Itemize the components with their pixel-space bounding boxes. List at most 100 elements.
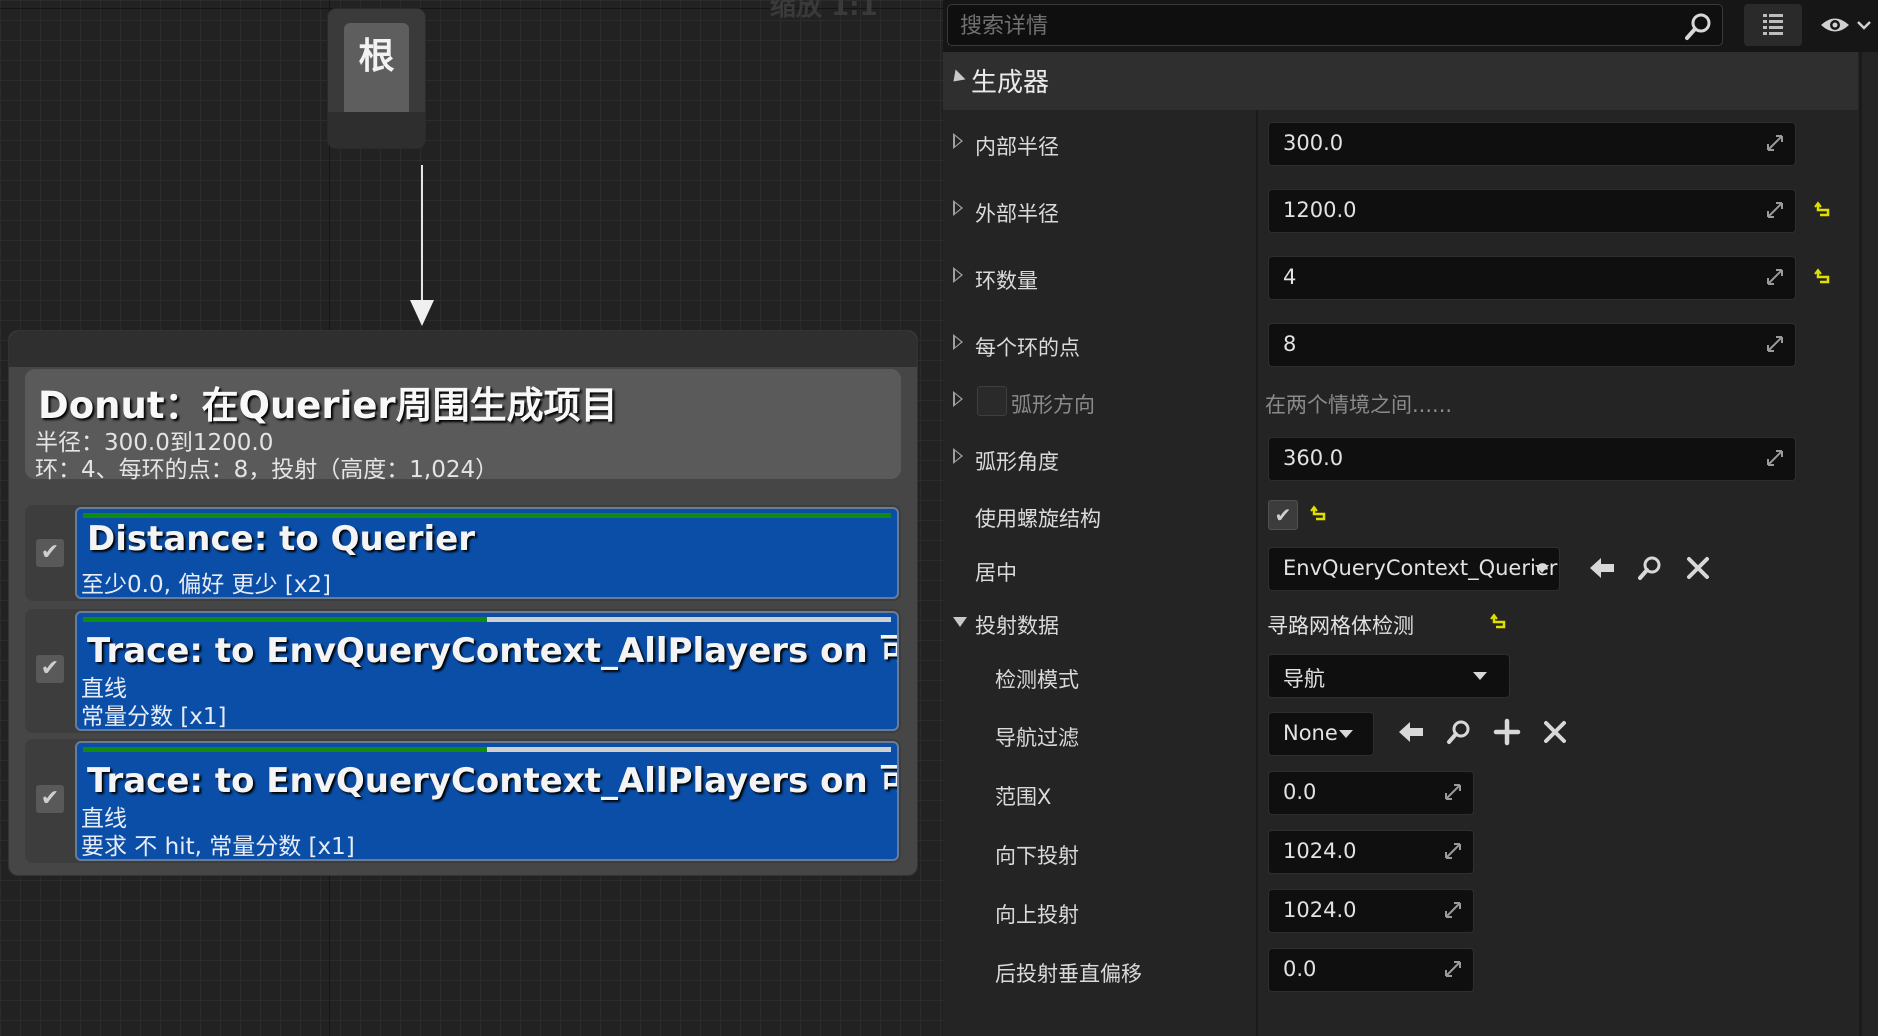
expand-field-icon[interactable] — [1767, 450, 1783, 466]
nav-filter-dropdown[interactable]: None — [1268, 712, 1374, 756]
search-input[interactable] — [958, 11, 1662, 41]
root-node-label: 根 — [358, 36, 395, 77]
chevron-down-icon — [1473, 672, 1487, 680]
test-node-trace[interactable]: Trace: to EnvQueryContext_AllPlayers on … — [75, 741, 899, 861]
expand-field-icon[interactable] — [1445, 784, 1461, 800]
clear-close-icon[interactable] — [1684, 554, 1712, 582]
generator-node-input-pin[interactable] — [9, 331, 917, 367]
project-up-label: 向上投射 — [995, 903, 1079, 927]
connection-wire — [421, 165, 423, 313]
outer-radius-value: 1200.0 — [1283, 198, 1357, 222]
expand-field-icon[interactable] — [1445, 961, 1461, 977]
test-title: Trace: to EnvQueryContext_AllPlayers on … — [87, 761, 899, 801]
column-splitter[interactable] — [1256, 52, 1258, 1036]
view-options-button[interactable] — [1818, 10, 1874, 40]
collapse-arrow-icon[interactable] — [953, 617, 967, 627]
expand-arrow-icon[interactable] — [953, 448, 963, 464]
test-enabled-checkbox[interactable]: ✔ — [36, 785, 64, 813]
browse-search-icon[interactable] — [1445, 718, 1473, 746]
post-projection-offset-label: 后投射垂直偏移 — [995, 962, 1142, 986]
use-selected-arrow-icon[interactable] — [1397, 718, 1425, 746]
test-weight-fill — [83, 513, 891, 518]
reset-to-default-icon[interactable] — [1310, 505, 1328, 523]
test-description: 至少0.0, 偏好 更少 [x2] — [81, 572, 332, 598]
test-row[interactable]: ✔ Distance: to Querier 至少0.0, 偏好 更少 [x2] — [25, 505, 901, 601]
zoom-label: 缩放 1:1 — [770, 0, 878, 22]
test-node-trace[interactable]: Trace: to EnvQueryContext_AllPlayers on … — [75, 611, 899, 731]
outer-radius-field[interactable]: 1200.0 — [1268, 189, 1796, 233]
use-spiral-checkbox[interactable]: ✔ — [1268, 500, 1298, 530]
browse-search-icon[interactable] — [1636, 554, 1664, 582]
nav-filter-label: 导航过滤 — [995, 726, 1079, 750]
projection-data-label: 投射数据 — [975, 614, 1059, 638]
extent-x-value: 0.0 — [1283, 780, 1317, 804]
root-node-output-pin[interactable] — [328, 112, 425, 148]
inner-radius-field[interactable]: 300.0 — [1268, 122, 1796, 166]
post-projection-offset-field[interactable]: 0.0 — [1268, 948, 1474, 992]
project-down-field[interactable]: 1024.0 — [1268, 830, 1474, 874]
collapse-arrow-icon[interactable] — [948, 69, 966, 87]
test-title: Distance: to Querier — [87, 519, 476, 559]
search-bar[interactable] — [947, 4, 1723, 46]
reset-to-default-icon[interactable] — [1814, 268, 1832, 286]
use-spiral-label: 使用螺旋结构 — [975, 507, 1101, 531]
reset-to-default-icon[interactable] — [1814, 201, 1832, 219]
project-up-value: 1024.0 — [1283, 898, 1357, 922]
center-context-value: EnvQueryContext_Querier — [1283, 556, 1558, 580]
expand-arrow-icon[interactable] — [953, 391, 963, 407]
root-node[interactable]: 根 — [328, 9, 425, 148]
expand-field-icon[interactable] — [1445, 902, 1461, 918]
generator-node-rings: 环：4、每环的点：8，投射（高度：1,024） — [35, 457, 499, 483]
test-title: Trace: to EnvQueryContext_AllPlayers on … — [87, 631, 899, 671]
arc-angle-field[interactable]: 360.0 — [1268, 437, 1796, 481]
add-plus-icon[interactable] — [1493, 718, 1521, 746]
list-view-button[interactable] — [1744, 4, 1802, 46]
project-down-value: 1024.0 — [1283, 839, 1357, 863]
clear-close-icon[interactable] — [1541, 718, 1569, 746]
expand-arrow-icon[interactable] — [953, 200, 963, 216]
test-node-distance[interactable]: Distance: to Querier 至少0.0, 偏好 更少 [x2] — [75, 507, 899, 599]
arc-angle-label: 弧形角度 — [975, 450, 1059, 474]
test-enabled-checkbox[interactable]: ✔ — [36, 539, 64, 567]
test-description: 要求 不 hit, 常量分数 [x1] — [81, 834, 355, 860]
behavior-graph-canvas[interactable]: 缩放 1:1 根 Donut：在Querier周围生成项目 半径：300.0到1… — [0, 0, 943, 1036]
list-view-icon — [1763, 14, 1783, 35]
test-row[interactable]: ✔ Trace: to EnvQueryContext_AllPlayers o… — [25, 739, 901, 863]
post-projection-offset-value: 0.0 — [1283, 957, 1317, 981]
generator-node-header[interactable]: Donut：在Querier周围生成项目 半径：300.0到1200.0 环：4… — [25, 369, 901, 483]
project-up-field[interactable]: 1024.0 — [1268, 889, 1474, 933]
trace-mode-dropdown[interactable]: 导航 — [1268, 654, 1510, 698]
arc-direction-value: 在两个情境之间...... — [1265, 393, 1453, 417]
category-header-generator[interactable]: 生成器 — [943, 52, 1858, 110]
expand-field-icon[interactable] — [1767, 202, 1783, 218]
points-per-ring-value: 8 — [1283, 332, 1297, 356]
test-enabled-checkbox[interactable]: ✔ — [36, 655, 64, 683]
details-panel: 生成器 内部半径 300.0 外部半径 1200.0 环数量 4 每个环的点 8… — [943, 0, 1878, 1036]
arc-direction-label: 弧形方向 — [1011, 393, 1095, 417]
generator-node-title: Donut：在Querier周围生成项目 — [38, 384, 618, 427]
center-context-dropdown[interactable]: EnvQueryContext_Querier — [1268, 547, 1560, 591]
test-weight-bar — [83, 513, 891, 518]
inner-radius-value: 300.0 — [1283, 131, 1344, 155]
search-icon[interactable] — [1684, 11, 1714, 41]
expand-field-icon[interactable] — [1445, 843, 1461, 859]
ring-count-field[interactable]: 4 — [1268, 256, 1796, 300]
expand-field-icon[interactable] — [1767, 135, 1783, 151]
scrollbar-track[interactable] — [1859, 52, 1862, 1036]
arc-direction-checkbox[interactable] — [977, 386, 1007, 416]
generator-node[interactable]: Donut：在Querier周围生成项目 半径：300.0到1200.0 环：4… — [8, 330, 918, 876]
eye-icon — [1821, 18, 1871, 32]
points-per-ring-label: 每个环的点 — [975, 336, 1080, 360]
test-row[interactable]: ✔ Trace: to EnvQueryContext_AllPlayers o… — [25, 609, 901, 733]
expand-arrow-icon[interactable] — [953, 133, 963, 149]
reset-to-default-icon[interactable] — [1490, 613, 1508, 631]
expand-field-icon[interactable] — [1767, 269, 1783, 285]
expand-arrow-icon[interactable] — [953, 267, 963, 283]
points-per-ring-field[interactable]: 8 — [1268, 323, 1796, 367]
test-weight-fill — [83, 617, 487, 622]
extent-x-field[interactable]: 0.0 — [1268, 771, 1474, 815]
test-description: 常量分数 [x1] — [81, 704, 227, 730]
use-selected-arrow-icon[interactable] — [1588, 554, 1616, 582]
expand-field-icon[interactable] — [1767, 336, 1783, 352]
expand-arrow-icon[interactable] — [953, 334, 963, 350]
